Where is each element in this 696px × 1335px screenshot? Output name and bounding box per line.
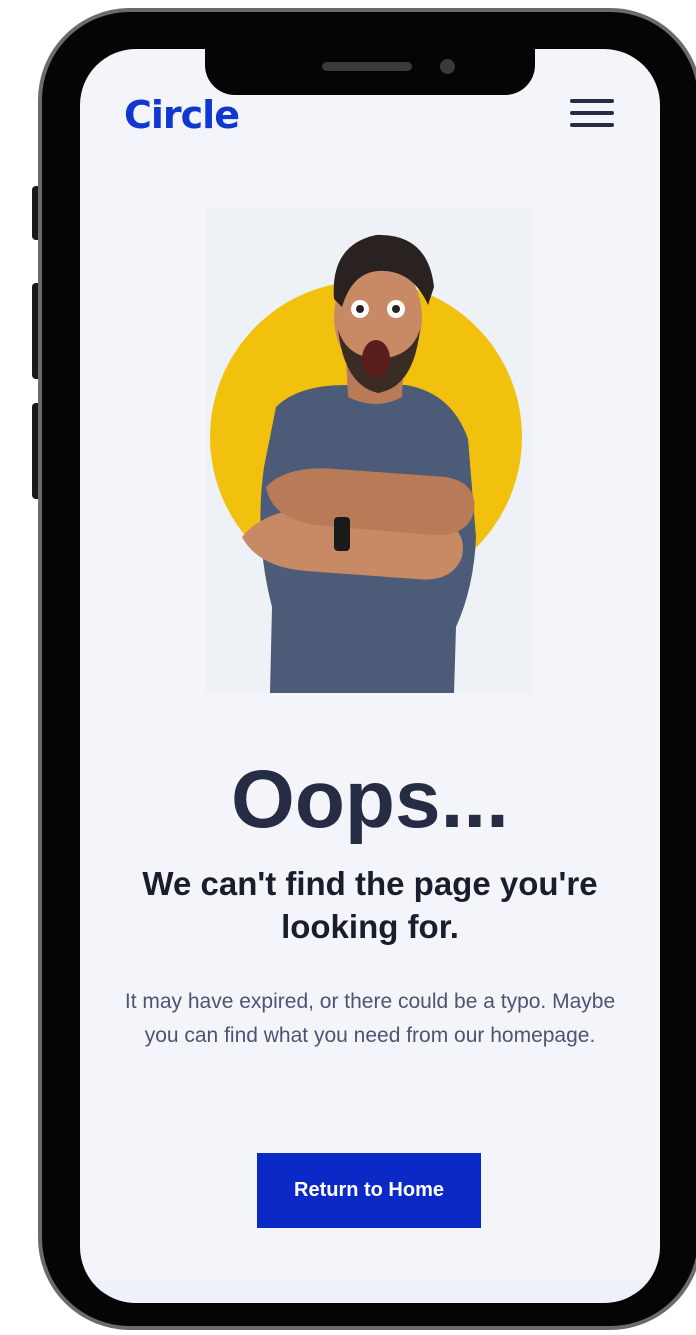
right-pupil [392,305,400,313]
page-title: Oops... [231,754,509,845]
camera-icon [440,59,455,74]
brand-logo[interactable]: Circle [124,93,240,137]
speaker-icon [322,62,412,71]
hamburger-menu-icon[interactable] [568,99,616,131]
surprised-man-illustration [210,234,522,693]
phone-screen: Circle Oops... We can't find the page yo… [80,49,660,1303]
left-pupil [356,305,364,313]
page-subtitle: We can't find the page you're looking fo… [142,865,598,945]
open-mouth [362,340,390,378]
smartwatch [334,517,350,551]
return-home-button[interactable]: Return to Home [257,1153,481,1228]
menu-line [570,123,614,127]
screen-footer [80,1279,660,1303]
menu-line [570,99,614,103]
menu-line [570,111,614,115]
page-description: It may have expired, or there could be a… [124,990,616,1047]
hero-image [206,207,532,693]
